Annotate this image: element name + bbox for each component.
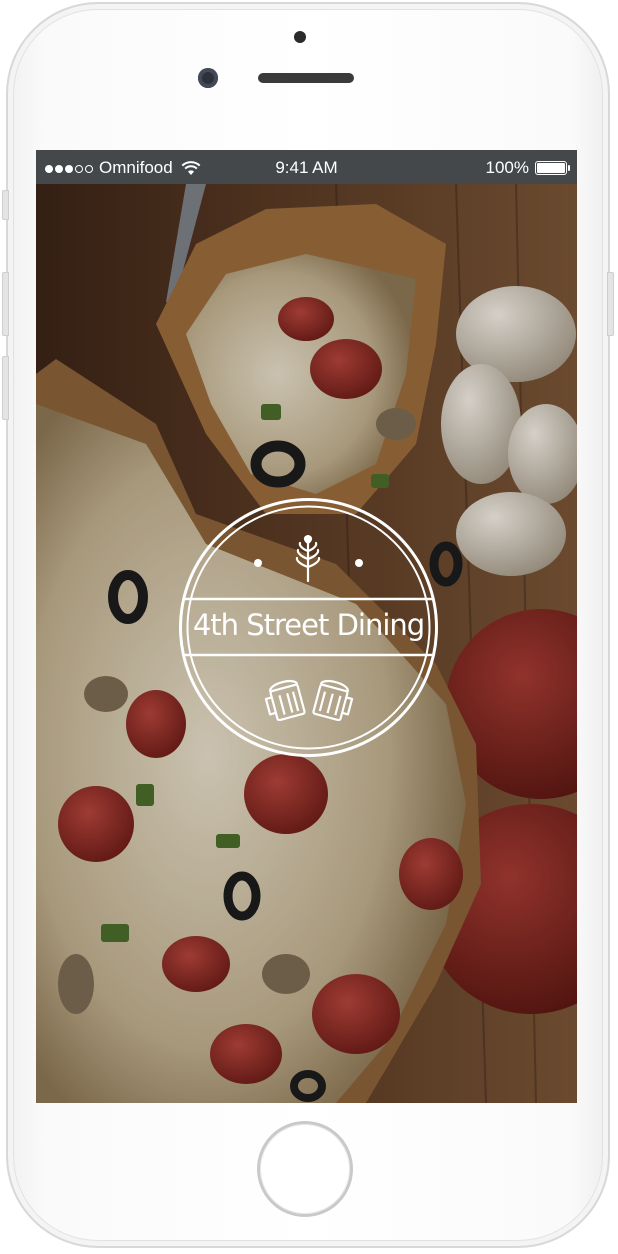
screen: Omnifood 9:41 AM 100% 4th Street Dining (36, 150, 577, 1103)
mute-switch (2, 190, 9, 220)
status-bar: Omnifood 9:41 AM 100% (36, 150, 577, 184)
wheat-icon (295, 535, 321, 583)
proximity-sensor (294, 31, 306, 43)
volume-down-button (2, 356, 9, 420)
brand-logo: 4th Street Dining (176, 495, 441, 760)
battery-icon (535, 161, 570, 175)
earpiece-speaker (258, 73, 354, 83)
front-camera (198, 68, 218, 88)
power-button (607, 272, 614, 336)
battery-percentage: 100% (485, 158, 529, 177)
volume-up-button (2, 272, 9, 336)
logo-text: 4th Street Dining (192, 608, 425, 642)
home-button[interactable] (257, 1121, 353, 1217)
beer-mugs-icon (264, 680, 354, 721)
